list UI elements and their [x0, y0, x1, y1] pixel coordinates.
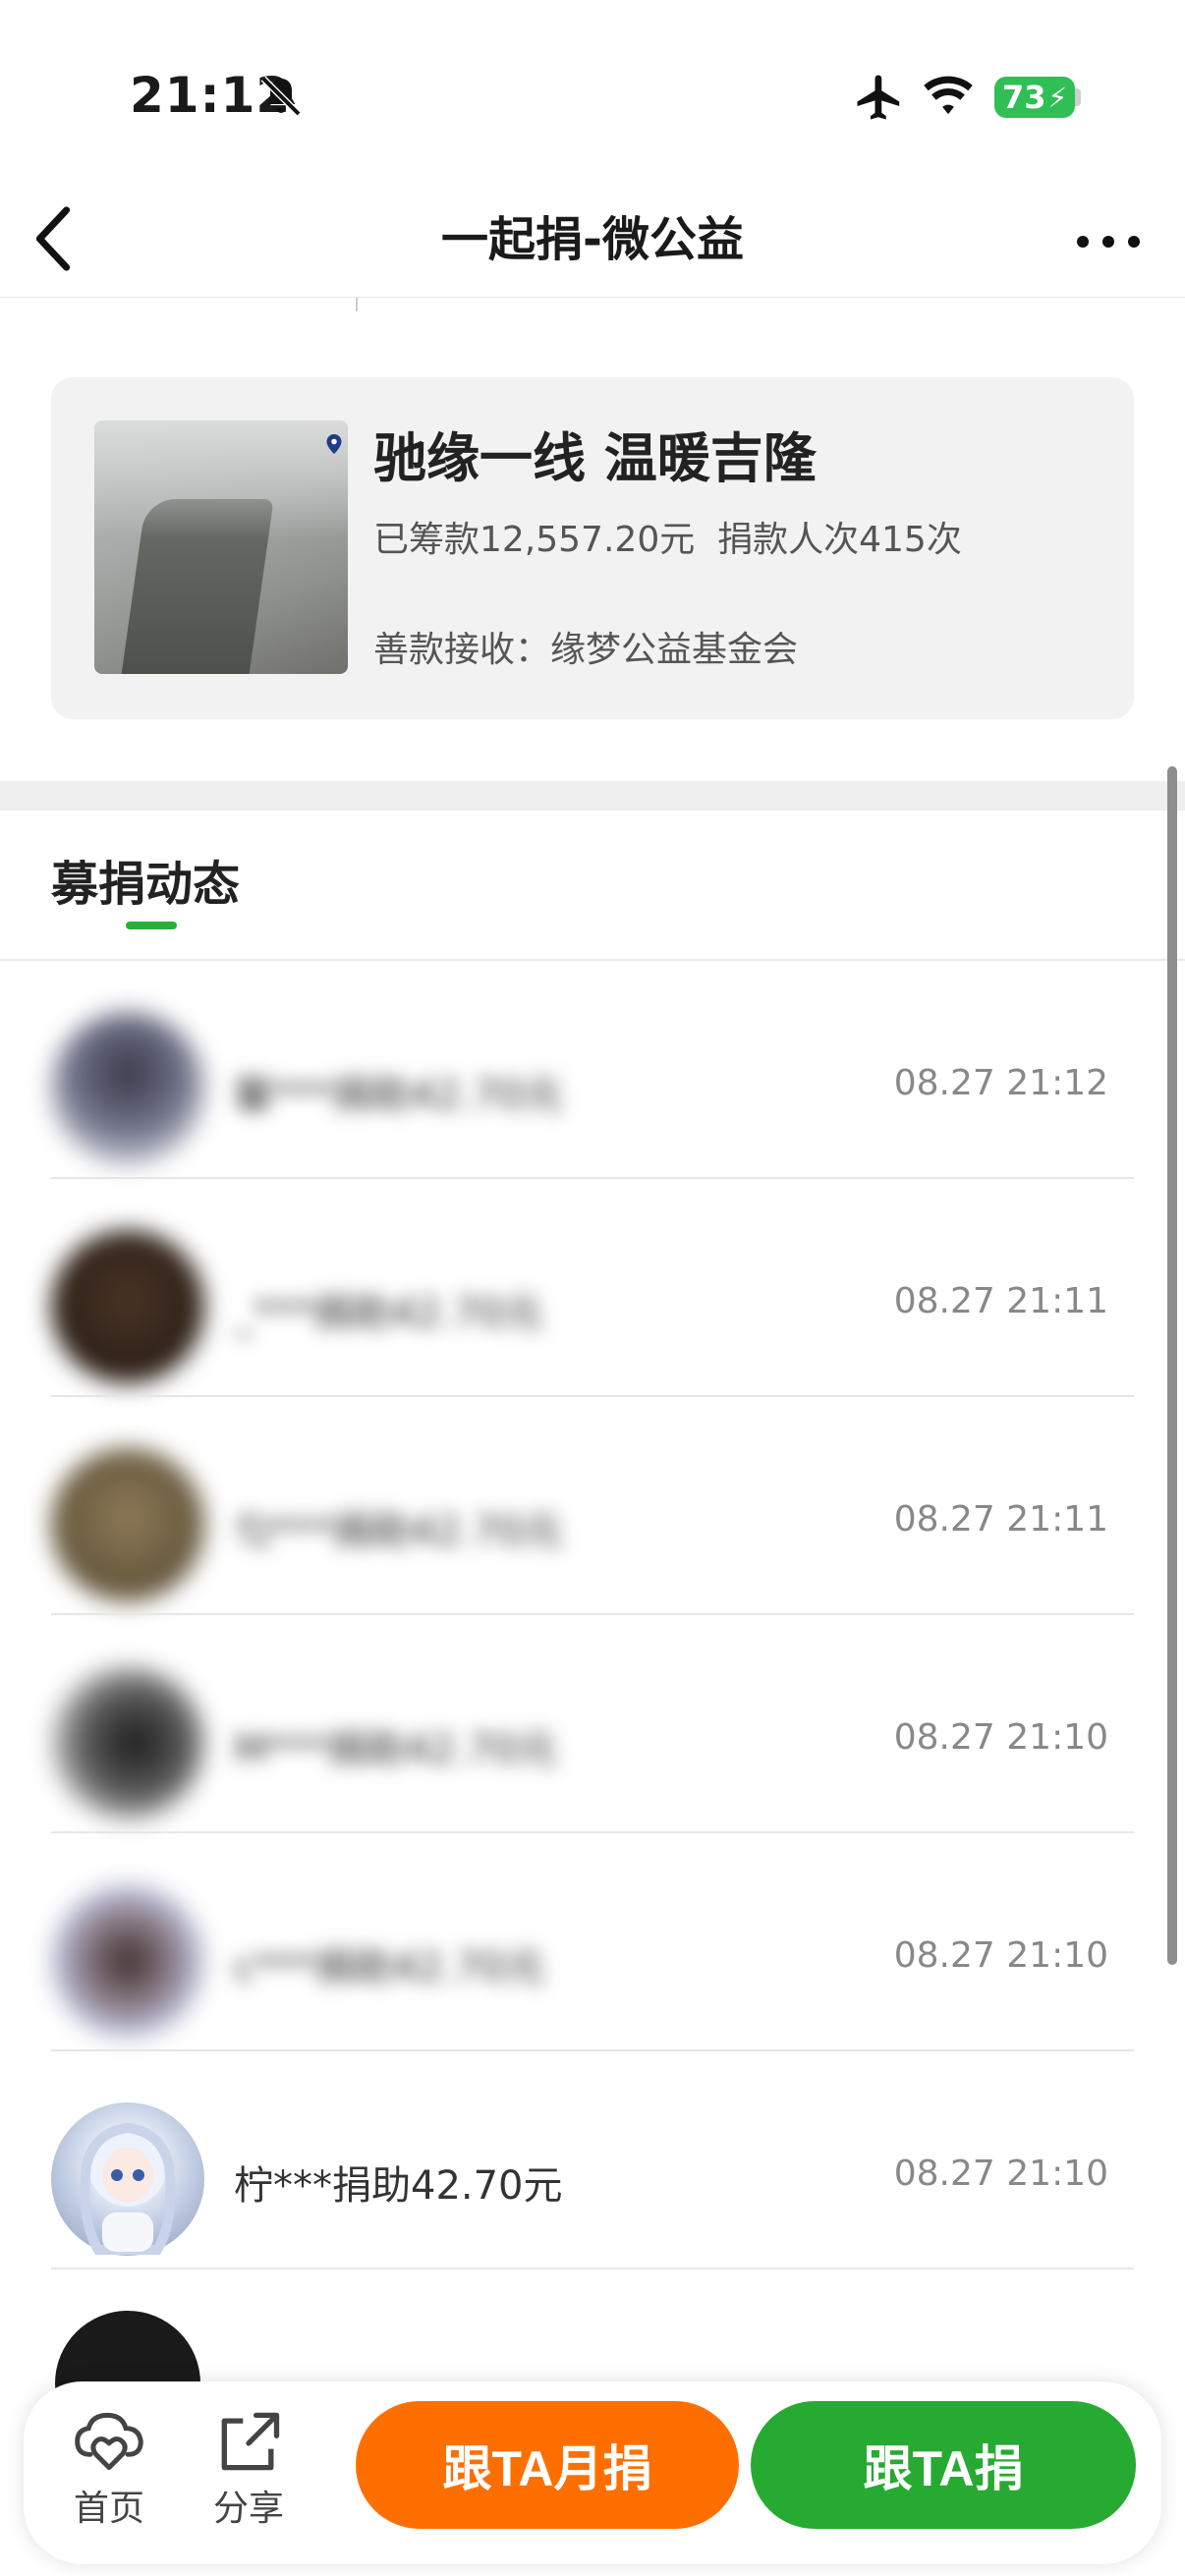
wifi-icon: [924, 76, 973, 115]
home-icon: [75, 2412, 143, 2471]
share-icon: [221, 2412, 280, 2471]
bell-slash-icon: [260, 76, 302, 117]
project-thumbnail: [94, 420, 348, 674]
tab-active-indicator: [126, 922, 177, 929]
list-item: 柠***捐助42.70元 08.27 21:10: [0, 2051, 1185, 2269]
stats-line-partial: [0, 298, 1185, 317]
location-pin-icon: [326, 434, 342, 454]
donation-time: 08.27 21:10: [893, 1935, 1108, 1976]
donation-time: 08.27 21:10: [893, 1717, 1108, 1758]
avatar: [51, 1666, 204, 1820]
list-item: c***捐助42.70元 08.27 21:10: [0, 1833, 1185, 2051]
battery-cap: [1075, 88, 1081, 106]
list-item: 匀***捐助42.70元 08.27 21:11: [0, 1397, 1185, 1615]
donation-text: M***捐助42.70元: [234, 1727, 558, 1772]
home-tab[interactable]: 首页: [55, 2409, 163, 2531]
donation-time: 08.27 21:11: [893, 1281, 1108, 1321]
receiver-name: 缘梦公益基金会: [550, 630, 799, 670]
donation-text: 馨***捐助42.70元: [234, 1073, 563, 1118]
section-divider: [0, 781, 1185, 811]
bottom-action-bar: 首页 分享 跟TA月捐 跟TA捐: [24, 2381, 1161, 2564]
monthly-donate-button[interactable]: 跟TA月捐: [356, 2401, 739, 2529]
tab-donation-feed[interactable]: 募捐动态: [51, 845, 240, 914]
status-bar: 21:12 73 ⚡: [0, 0, 1185, 187]
list-item: 馨***捐助42.70元 08.27 21:12: [0, 961, 1185, 1179]
donation-time: 08.27 21:11: [893, 1499, 1108, 1540]
donate-button[interactable]: 跟TA捐: [751, 2401, 1136, 2529]
project-stats: 已筹款12,557.20元 捐款人次415次: [373, 511, 962, 562]
stats-divider: [356, 298, 358, 311]
project-card[interactable]: 驰缘一线 温暖吉隆 已筹款12,557.20元 捐款人次415次 善款接收：缘梦…: [51, 377, 1134, 719]
project-receiver: 善款接收：缘梦公益基金会: [373, 621, 798, 672]
nav-bar: 一起捐-微公益: [0, 187, 1185, 298]
more-dots-icon[interactable]: [1075, 222, 1142, 261]
tab-bar: 募捐动态: [0, 812, 1185, 961]
list-item: _***捐助42.70元 08.27 21:11: [0, 1179, 1185, 1397]
donation-time: 08.27 21:10: [893, 2154, 1108, 2194]
donation-text: c***捐助42.70元: [234, 1945, 545, 1990]
list-item: M***捐助42.70元 08.27 21:10: [0, 1615, 1185, 1833]
donation-text: _***捐助42.70元: [234, 1291, 543, 1336]
project-title: 驰缘一线 温暖吉隆: [373, 427, 817, 489]
avatar: [51, 1230, 204, 1383]
share-label: 分享: [212, 2489, 284, 2529]
avatar: [51, 1884, 204, 2038]
battery-charging-icon: 73 ⚡: [994, 77, 1075, 118]
donation-text: 柠***捐助42.70元: [234, 2163, 563, 2209]
avatar: [51, 1448, 204, 1601]
donation-text: 匀***捐助42.70元: [234, 1509, 563, 1554]
home-label: 首页: [73, 2489, 144, 2529]
airplane-icon: [857, 75, 900, 120]
receiver-label: 善款接收：: [373, 630, 551, 670]
share-tab[interactable]: 分享: [195, 2409, 303, 2531]
avatar-illustration: [80, 2122, 176, 2255]
avatar: [51, 2102, 204, 2256]
battery-level: 73: [1002, 79, 1046, 116]
avatar: [51, 1012, 204, 1165]
project-donors: 捐款人次415次: [717, 520, 962, 560]
donation-time: 08.27 21:12: [893, 1063, 1108, 1103]
page-title: 一起捐-微公益: [441, 212, 744, 267]
row-divider: [51, 2268, 1134, 2269]
project-raised: 已筹款12,557.20元: [373, 520, 696, 560]
